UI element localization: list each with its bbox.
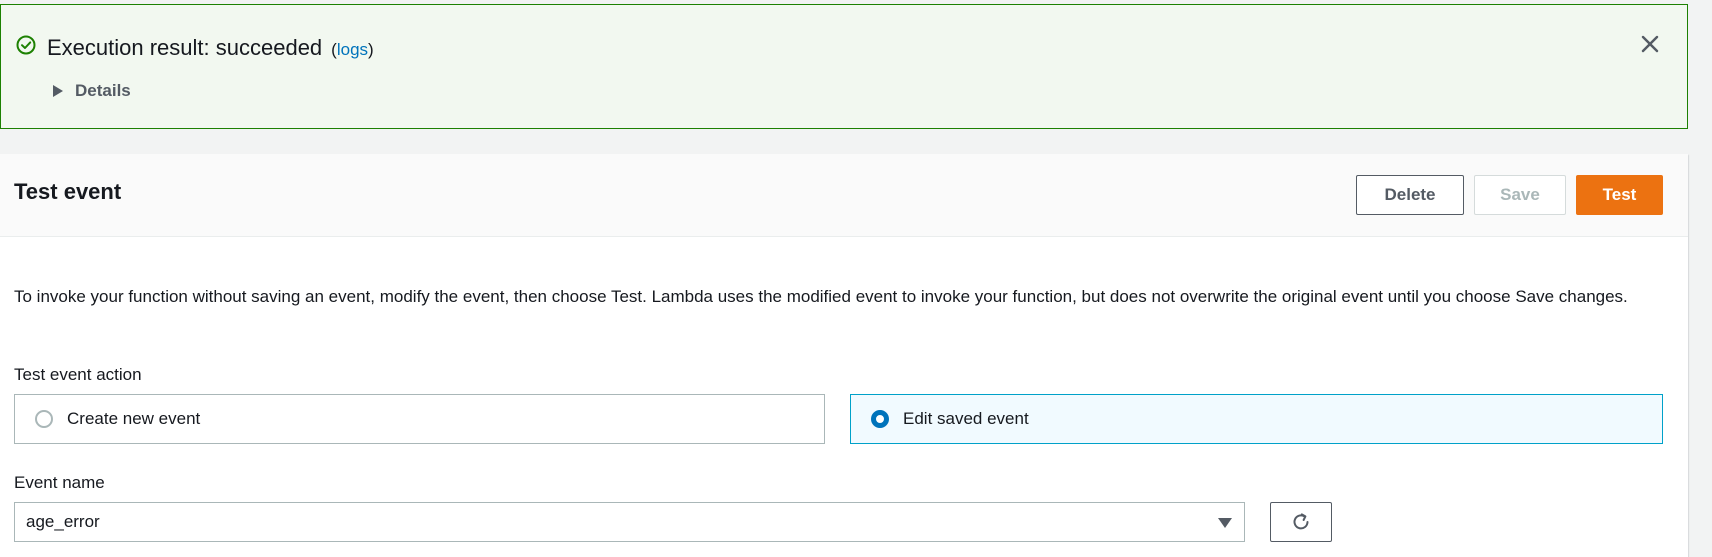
test-event-panel: Test event Delete Save Test To invoke yo… [0,154,1688,557]
panel-title: Test event [14,179,122,204]
panel-header: Test event Delete Save Test [0,154,1688,237]
description-text: To invoke your function without saving a… [14,287,1628,306]
logs-close-paren: ) [368,40,374,59]
delete-button[interactable]: Delete [1356,175,1464,215]
event-name-label: Event name [14,473,105,492]
refresh-icon [1293,513,1309,530]
event-name-select[interactable]: age_error [14,502,1245,542]
banner-title-row: Execution result: succeeded (logs) [47,35,374,61]
close-icon[interactable] [1639,33,1661,55]
save-button[interactable]: Save [1474,175,1566,215]
edit-saved-event-radio[interactable] [871,410,889,428]
details-label: Details [75,81,131,100]
edit-saved-event-option[interactable]: Edit saved event [850,394,1663,444]
logs-wrapper: (logs) [331,40,374,60]
banner-title: Execution result: succeeded [47,35,323,60]
create-new-event-option[interactable]: Create new event [14,394,825,444]
check-circle-icon [16,35,36,55]
caret-right-icon [53,85,63,97]
logs-link[interactable]: logs [337,40,368,59]
event-name-value: age_error [26,512,100,531]
details-expander[interactable]: Details [53,81,131,101]
edit-saved-event-label: Edit saved event [903,409,1029,428]
refresh-button[interactable] [1270,502,1332,542]
test-button[interactable]: Test [1576,175,1663,215]
execution-result-banner: Execution result: succeeded (logs) Detai… [0,4,1688,129]
create-new-event-label: Create new event [67,409,201,428]
test-event-action-label: Test event action [14,365,142,384]
create-new-event-radio[interactable] [35,410,53,428]
chevron-down-icon [1218,518,1232,528]
